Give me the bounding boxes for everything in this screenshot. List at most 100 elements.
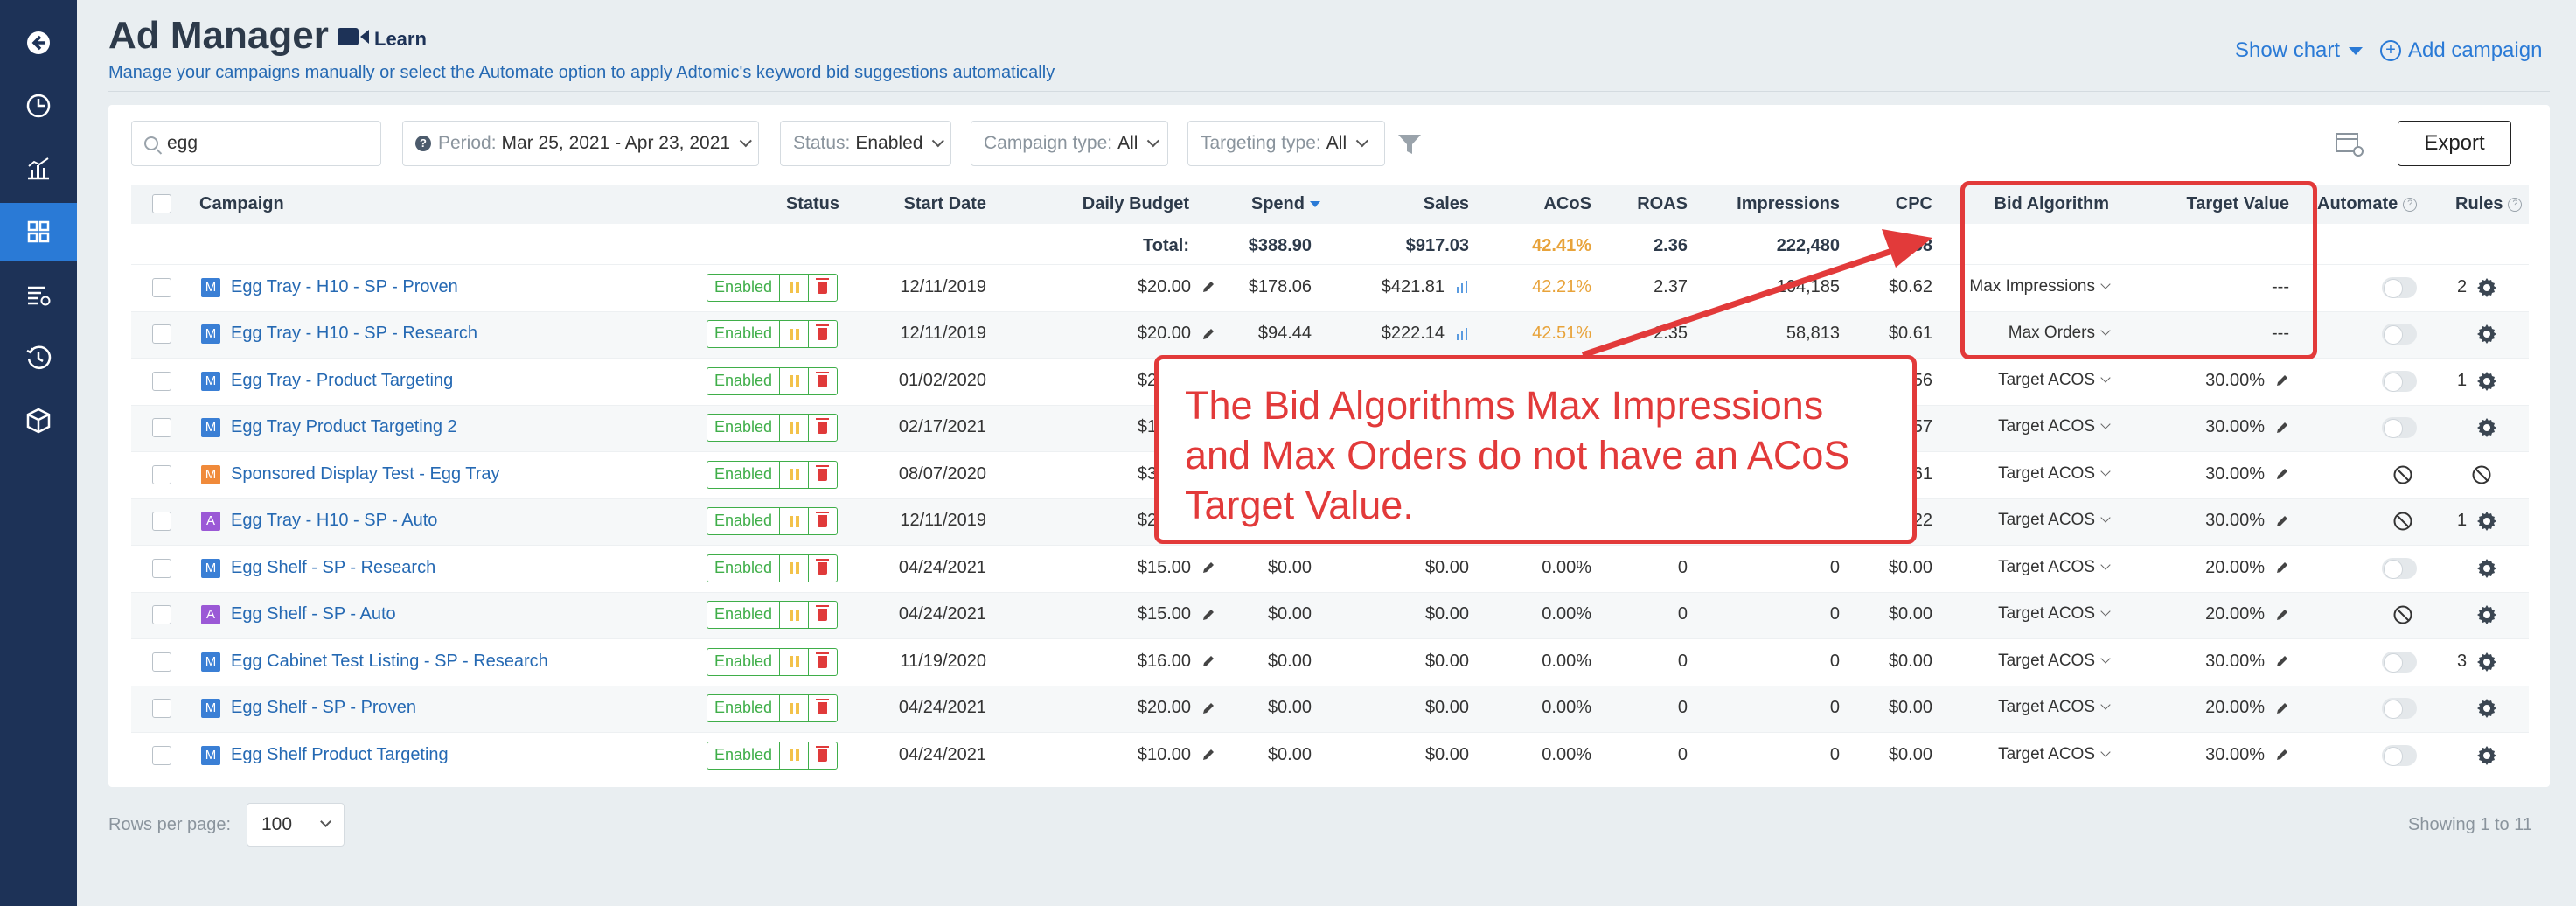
gear-icon[interactable] — [2476, 511, 2497, 532]
col-cpc[interactable]: CPC — [1862, 194, 1932, 214]
bid-algorithm-select[interactable]: Target ACOS — [1950, 558, 2111, 577]
pause-icon[interactable] — [780, 602, 810, 629]
pencil-icon[interactable] — [2275, 748, 2289, 762]
pencil-icon[interactable] — [2275, 654, 2289, 668]
campaign-name-link[interactable]: Egg Shelf - SP - Research — [231, 558, 435, 578]
gear-icon[interactable] — [2476, 417, 2497, 438]
automate-toggle[interactable] — [2382, 651, 2417, 673]
col-impressions[interactable]: Impressions — [1714, 194, 1840, 214]
automate-toggle[interactable] — [2382, 557, 2417, 579]
campaign-name-link[interactable]: Egg Tray - H10 - SP - Proven — [231, 277, 458, 297]
gear-icon[interactable] — [2476, 652, 2497, 673]
row-checkbox[interactable] — [152, 605, 171, 625]
status-badge[interactable]: Enabled — [707, 273, 838, 302]
pencil-icon[interactable] — [1201, 654, 1215, 668]
bid-algorithm-select[interactable]: Target ACOS — [1950, 417, 2111, 436]
bid-algorithm-select[interactable]: Target ACOS — [1950, 745, 2111, 764]
col-status[interactable]: Status — [752, 194, 839, 214]
pencil-icon[interactable] — [2275, 561, 2289, 575]
bid-algorithm-select[interactable]: Target ACOS — [1950, 371, 2111, 390]
gear-icon[interactable] — [2476, 371, 2497, 392]
pause-icon[interactable] — [780, 742, 810, 769]
gear-icon[interactable] — [2476, 745, 2497, 766]
trash-icon[interactable] — [809, 415, 835, 441]
target-value[interactable]: 20.00% — [2142, 604, 2289, 624]
campaign-name-link[interactable]: Egg Cabinet Test Listing - SP - Research — [231, 652, 548, 672]
col-start-date[interactable]: Start Date — [883, 194, 986, 214]
col-rules[interactable]: Rules? — [2455, 194, 2523, 214]
target-value[interactable]: 30.00% — [2142, 511, 2289, 531]
show-chart-button[interactable]: Show chart — [2235, 38, 2340, 63]
grid-icon[interactable] — [0, 203, 77, 261]
col-roas[interactable]: ROAS — [1618, 194, 1688, 214]
target-value[interactable]: 30.00% — [2142, 417, 2289, 437]
pause-icon[interactable] — [780, 648, 810, 675]
target-value[interactable]: 30.00% — [2142, 464, 2289, 484]
row-checkbox[interactable] — [152, 418, 171, 438]
col-automate[interactable]: Automate? — [2317, 194, 2418, 214]
rows-per-page-select[interactable]: 100 — [247, 803, 345, 847]
trash-icon[interactable] — [809, 602, 835, 628]
filter-funnel-icon[interactable] — [1397, 133, 1422, 156]
col-spend[interactable]: Spend — [1224, 194, 1320, 214]
list-settings-icon[interactable] — [0, 266, 77, 324]
row-checkbox[interactable] — [152, 652, 171, 672]
export-button[interactable]: Export — [2398, 121, 2511, 166]
row-checkbox[interactable] — [152, 464, 171, 484]
status-badge[interactable]: Enabled — [707, 554, 838, 582]
learn-link[interactable]: Learn — [374, 28, 427, 51]
row-checkbox[interactable] — [152, 699, 171, 719]
automate-toggle[interactable] — [2382, 370, 2417, 392]
video-camera-icon[interactable] — [338, 26, 371, 47]
help-icon[interactable]: ? — [2403, 197, 2418, 212]
automate-toggle[interactable] — [2382, 698, 2417, 720]
bar-chart-icon[interactable] — [1455, 280, 1469, 294]
pencil-icon[interactable] — [1201, 701, 1215, 715]
clock-chart-icon[interactable] — [0, 77, 77, 135]
add-campaign-button[interactable]: Add campaign — [2408, 38, 2542, 63]
col-sales[interactable]: Sales — [1382, 194, 1469, 214]
pencil-icon[interactable] — [2275, 467, 2289, 481]
search-input[interactable]: egg — [131, 121, 381, 166]
pencil-icon[interactable] — [1201, 748, 1215, 762]
pencil-icon[interactable] — [1201, 608, 1215, 622]
pencil-icon[interactable] — [2275, 514, 2289, 528]
campaign-name-link[interactable]: Sponsored Display Test - Egg Tray — [231, 464, 500, 484]
pause-icon[interactable] — [780, 695, 810, 722]
campaign-name-link[interactable]: Egg Tray Product Targeting 2 — [231, 417, 457, 437]
row-checkbox[interactable] — [152, 512, 171, 532]
col-campaign[interactable]: Campaign — [199, 194, 284, 214]
trash-icon[interactable] — [809, 649, 835, 675]
bar-chart-icon[interactable] — [1455, 327, 1469, 341]
bid-algorithm-select[interactable]: Target ACOS — [1950, 698, 2111, 717]
automate-toggle[interactable] — [2382, 276, 2417, 298]
automate-toggle[interactable] — [2382, 744, 2417, 766]
status-badge[interactable]: Enabled — [707, 460, 838, 489]
period-select[interactable]: ? Period: Mar 25, 2021 - Apr 23, 2021 — [402, 121, 759, 166]
target-value[interactable]: 30.00% — [2142, 371, 2289, 391]
pause-icon[interactable] — [780, 367, 810, 394]
col-daily-budget[interactable]: Daily Budget — [1058, 194, 1189, 214]
status-badge[interactable]: Enabled — [707, 741, 838, 770]
gear-icon[interactable] — [2476, 604, 2497, 625]
gear-icon[interactable] — [2476, 698, 2497, 719]
box-icon[interactable] — [0, 392, 77, 450]
target-value[interactable]: 30.00% — [2142, 745, 2289, 765]
status-badge[interactable]: Enabled — [707, 694, 838, 723]
pause-icon[interactable] — [780, 321, 810, 348]
campaign-name-link[interactable]: Egg Tray - H10 - SP - Auto — [231, 511, 437, 531]
row-checkbox[interactable] — [152, 371, 171, 391]
trash-icon[interactable] — [809, 555, 835, 582]
bid-algorithm-select[interactable]: Target ACOS — [1950, 604, 2111, 624]
campaign-type-filter[interactable]: Campaign type: All — [971, 121, 1168, 166]
target-value[interactable]: 20.00% — [2142, 698, 2289, 718]
pencil-icon[interactable] — [2275, 701, 2289, 715]
row-checkbox[interactable] — [152, 745, 171, 765]
campaign-name-link[interactable]: Egg Shelf - SP - Proven — [231, 698, 416, 718]
trash-icon[interactable] — [809, 742, 835, 769]
chevron-down-icon[interactable] — [2349, 47, 2363, 55]
campaign-name-link[interactable]: Egg Shelf - SP - Auto — [231, 604, 396, 624]
pencil-icon[interactable] — [2275, 608, 2289, 622]
trash-icon[interactable] — [809, 462, 835, 488]
pause-icon[interactable] — [780, 415, 810, 442]
